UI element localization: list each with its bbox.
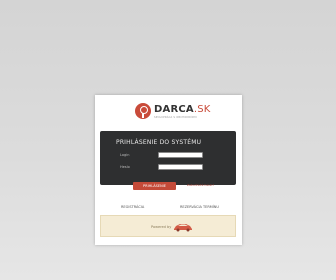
login-button[interactable]: PRIHLÁSENIE	[133, 182, 176, 190]
login-input[interactable]	[158, 152, 203, 158]
password-input[interactable]	[158, 164, 203, 170]
brand-tld: .SK	[193, 104, 211, 115]
brand-name: DARCA.SK	[154, 104, 211, 115]
footer-text: Powered by	[151, 225, 172, 229]
login-title: PRIHLÁSENIE DO SYSTÉMU	[116, 139, 202, 146]
login-panel: PRIHLÁSENIE DO SYSTÉMU Login Heslo PRIHL…	[100, 131, 236, 190]
brand-tagline: SPOLUPRÁCA S OBCHODNÍKMI	[154, 116, 197, 119]
password-label: Heslo	[120, 165, 130, 169]
forgot-password-link[interactable]: Zabudnuté heslo?	[187, 183, 214, 187]
brand-logo: DARCA.SK SPOLUPRÁCA S OBCHODNÍKMI	[135, 103, 210, 125]
footer-banner: Powered by	[100, 215, 236, 237]
login-label: Login	[120, 153, 130, 157]
brand-mark-icon	[135, 103, 151, 119]
reservation-link[interactable]: REZERVÁCIA TERMÍNU	[180, 205, 219, 209]
registration-link[interactable]: REGISTRÁCIA	[121, 205, 144, 209]
login-card: DARCA.SK SPOLUPRÁCA S OBCHODNÍKMI PRIHLÁ…	[95, 95, 242, 245]
car-icon	[174, 224, 192, 232]
